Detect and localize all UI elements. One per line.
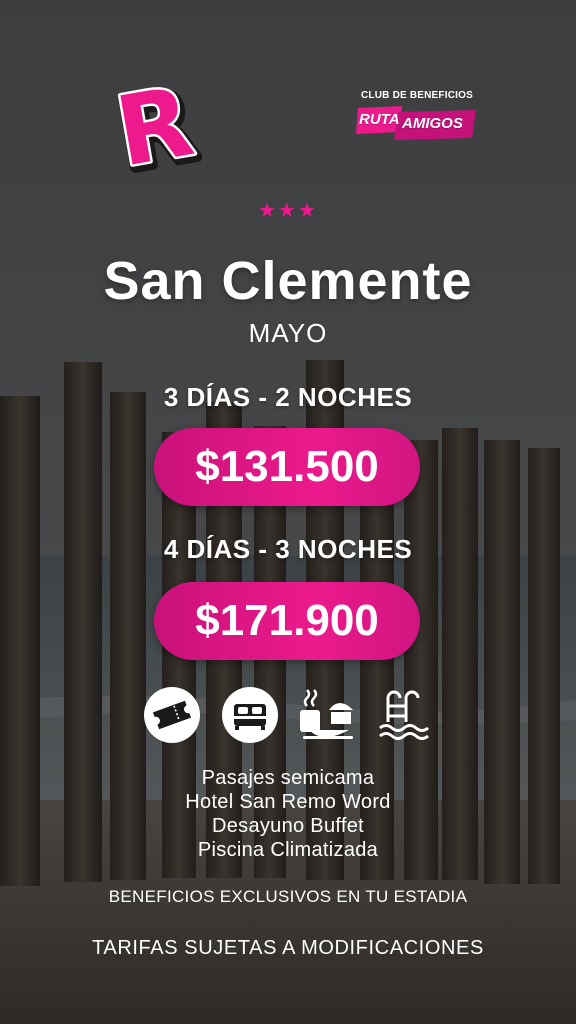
club-word-amigos: AMIGOS: [402, 115, 463, 132]
club-word-ruta: RUTA: [359, 111, 400, 128]
benefits-note: BENEFICIOS EXCLUSIVOS EN TU ESTADIA: [108, 887, 468, 906]
club-title: CLUB DE BENEFICIOS: [361, 90, 473, 101]
travel-month: MAYO: [248, 318, 328, 348]
ticket-icon: [143, 686, 201, 744]
feature-item: Pasajes semicama: [201, 767, 375, 789]
package-1-price-badge: $131.500: [154, 428, 420, 506]
pool-icon: [376, 686, 434, 744]
breakfast-icon: [297, 686, 357, 744]
disclaimer-text: TARIFAS SUJETAS A MODIFICACIONES: [92, 937, 484, 959]
feature-item: Piscina Climatizada: [197, 839, 379, 861]
package-1-price: $131.500: [195, 442, 379, 491]
bed-icon: [221, 686, 279, 744]
features-list: Pasajes semicama Hotel San Remo Word Des…: [0, 766, 576, 862]
package-2-price-badge: $171.900: [154, 582, 420, 660]
feature-item: Hotel San Remo Word: [185, 791, 391, 813]
package-2-price: $171.900: [195, 596, 379, 645]
destination-title: San Clemente: [103, 251, 473, 311]
brand-r-logo: R R: [106, 63, 208, 197]
package-2-duration: 4 DÍAS - 3 NOCHES: [163, 534, 413, 564]
hotel-rating-stars: ★★★: [258, 200, 318, 222]
feature-item: Desayuno Buffet: [211, 815, 364, 837]
background-beach-photo: [0, 0, 576, 1024]
package-1-duration: 3 DÍAS - 2 NOCHES: [163, 382, 413, 412]
club-beneficios-logo: CLUB DE BENEFICIOS RUTA AMIGOS: [352, 90, 482, 150]
